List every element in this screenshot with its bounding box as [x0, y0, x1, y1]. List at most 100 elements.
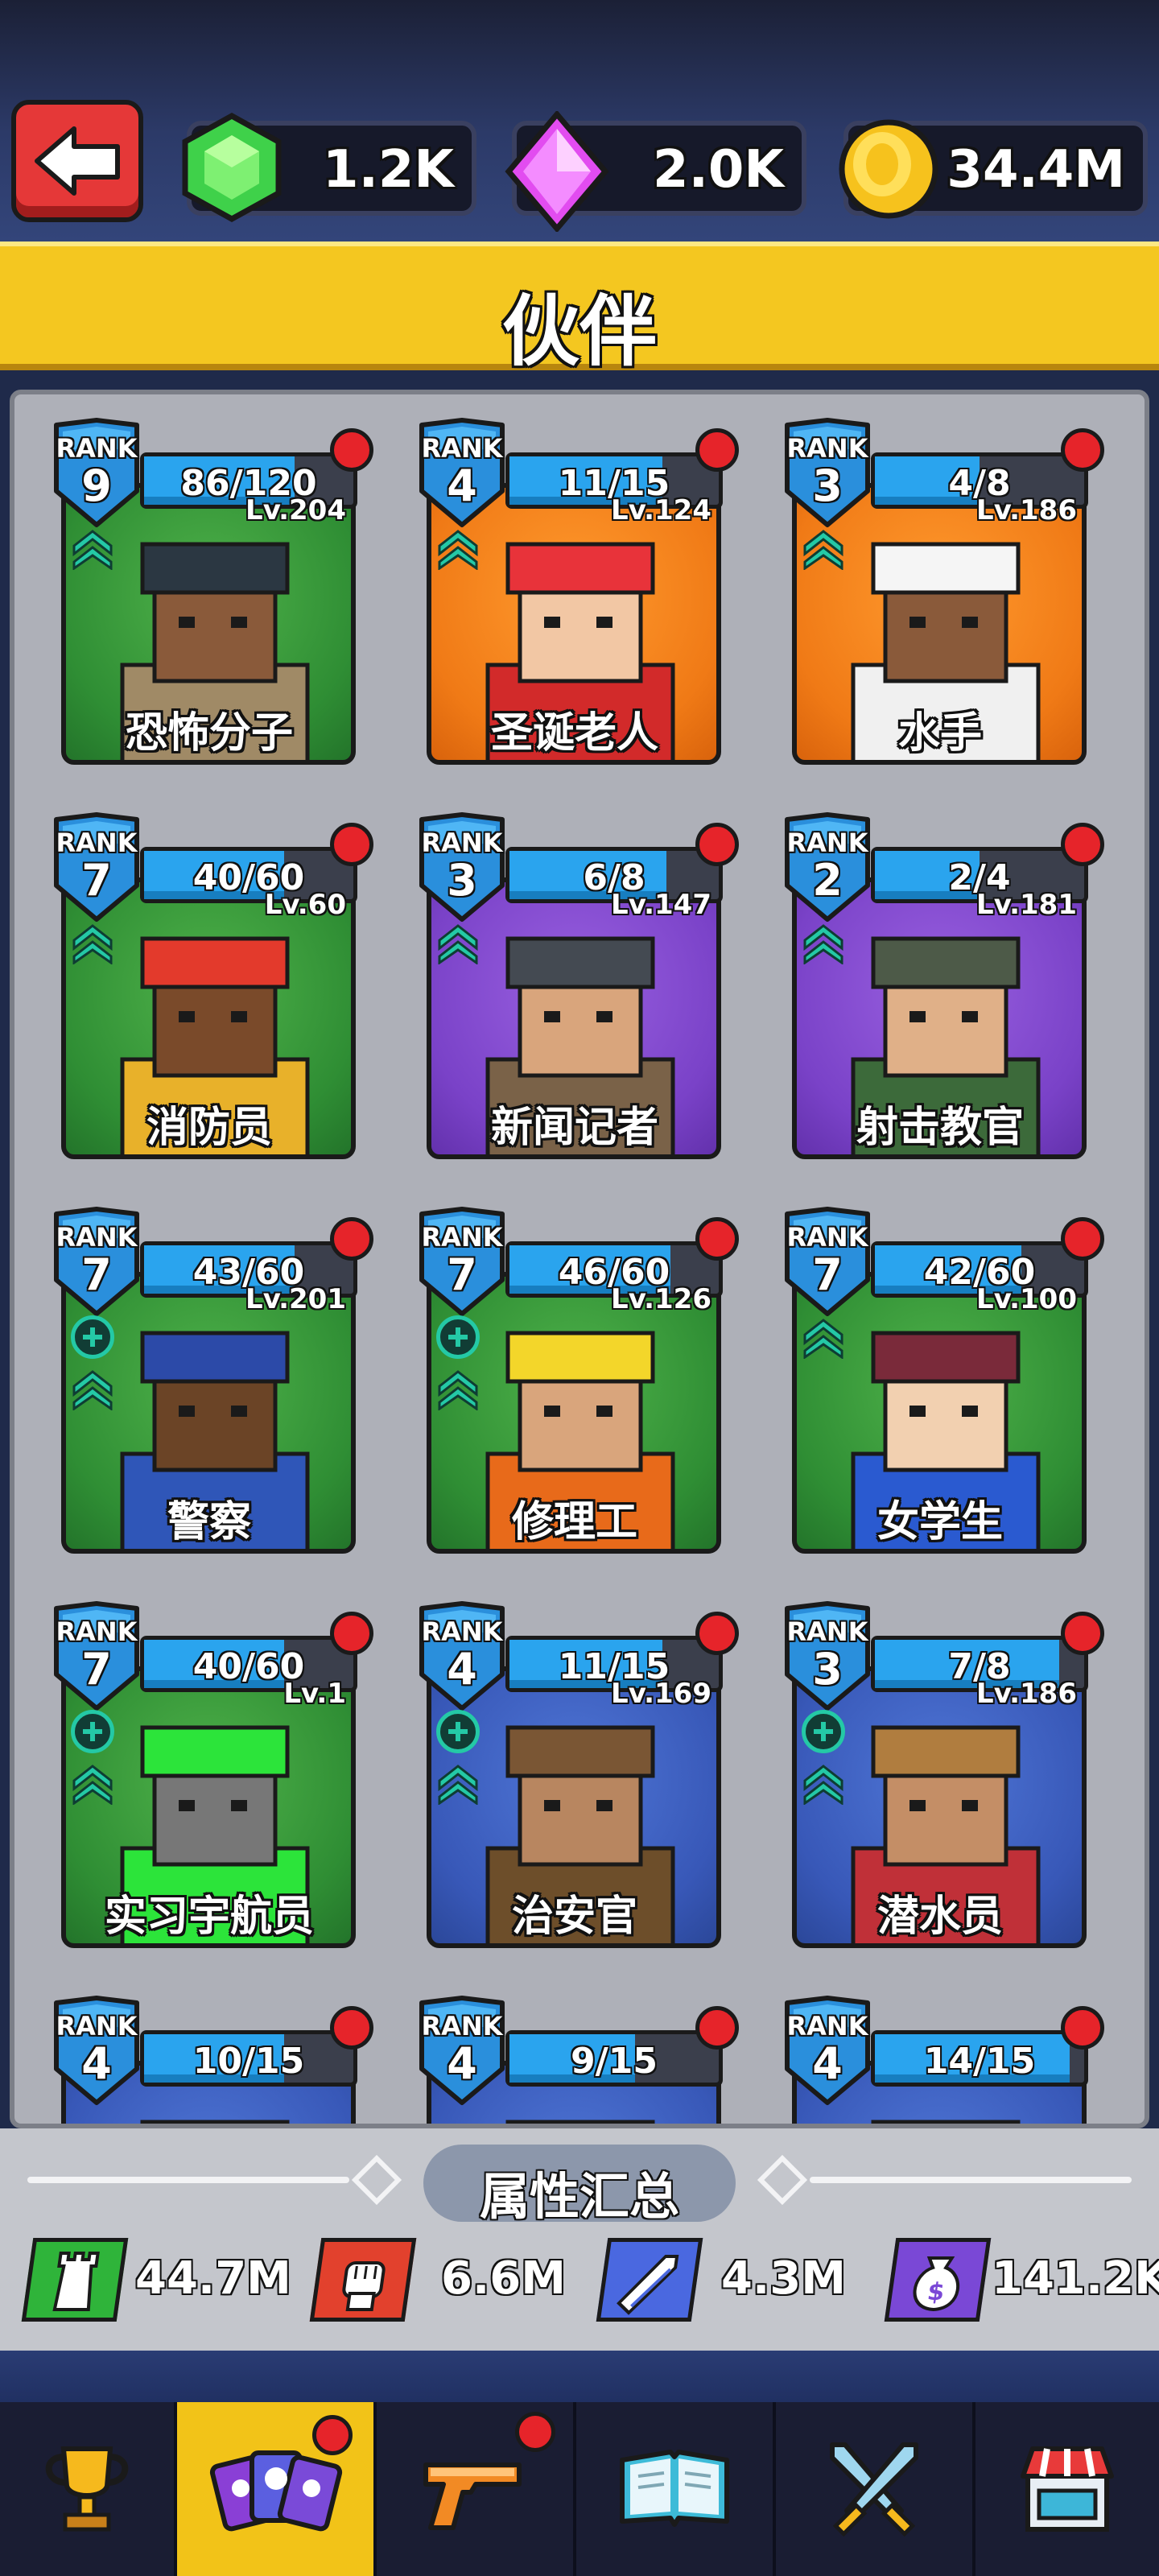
- title-band: 伙伴: [0, 242, 1159, 377]
- notification-dot: [330, 823, 373, 866]
- partner-card[interactable]: 6/8 RANK 3 Lv.147 新闻记者: [417, 811, 739, 1174]
- partner-card[interactable]: 42/60 RANK 7 Lv.100 女学生: [782, 1206, 1104, 1568]
- partner-card[interactable]: 10/15 RANK 4: [52, 1995, 373, 2124]
- rank-number: 4: [447, 1644, 477, 1695]
- plus-circle-icon: [436, 1315, 480, 1359]
- gold-coin-icon: [839, 119, 938, 219]
- rank-badge: RANK 7: [782, 1206, 872, 1317]
- upgrade-chevron-icon: [435, 921, 481, 965]
- partner-name: 警察: [167, 1498, 251, 1546]
- gem-counter[interactable]: 1.2K: [182, 113, 476, 222]
- notification-dot: [1061, 1217, 1104, 1261]
- notification-dot: [1061, 428, 1104, 472]
- upgrade-chevron-icon: [800, 1315, 847, 1360]
- nav-badge: [312, 2415, 353, 2455]
- notification-dot: [1061, 2006, 1104, 2050]
- partner-name: 圣诞老人: [490, 709, 658, 758]
- rank-badge: RANK 7: [52, 1600, 142, 1711]
- rank-number: 7: [812, 1249, 843, 1300]
- rank-number: 3: [812, 460, 843, 511]
- nav-divider: [0, 2351, 1159, 2402]
- rank-badge: RANK 3: [782, 1600, 872, 1711]
- partner-name: 消防员: [146, 1104, 272, 1152]
- partner-card[interactable]: 7/8 RANK 3 Lv.186 潜水员: [782, 1600, 1104, 1963]
- partner-card[interactable]: 40/60 RANK 7 Lv.60 消防员: [52, 811, 373, 1174]
- rank-label: RANK: [421, 828, 503, 858]
- partner-level: Lv.204: [245, 494, 346, 526]
- stat-hp-value: 44.7M: [135, 2252, 291, 2305]
- nav-tab-shop[interactable]: [972, 2402, 1159, 2576]
- upgrade-chevron-icon: [69, 1367, 116, 1411]
- rank-number: 4: [447, 2038, 477, 2089]
- coin-counter[interactable]: 34.4M: [839, 119, 1148, 219]
- rank-badge: RANK 2: [782, 811, 872, 923]
- partner-card[interactable]: 11/15 RANK 4 Lv.169 治安官: [417, 1600, 739, 1963]
- partner-level: Lv.186: [976, 1678, 1077, 1710]
- upgrade-chevron-icon: [800, 921, 847, 965]
- partner-level: Lv.186: [976, 494, 1077, 526]
- rank-label: RANK: [56, 1222, 138, 1253]
- rank-badge: RANK 4: [417, 1995, 507, 2106]
- partner-name: 潜水员: [876, 1893, 1003, 1941]
- diamond-counter[interactable]: 2.0K: [505, 111, 806, 232]
- trophy-icon: [45, 2446, 129, 2532]
- partner-grid[interactable]: 86/120 RANK 9 Lv.204 恐怖分子 11/15 RANK 4 Lv.124…: [10, 390, 1149, 2128]
- pink-diamond-icon: [505, 111, 609, 232]
- pistol-icon: [423, 2462, 522, 2530]
- rank-badge: RANK 9: [52, 417, 142, 528]
- upgrade-chevron-icon: [800, 526, 847, 571]
- partner-level: Lv.147: [611, 889, 711, 921]
- top-bar: 1.2K 2.0K 34.4M: [0, 0, 1159, 242]
- rank-label: RANK: [421, 1222, 503, 1253]
- upgrade-chevron-icon: [69, 1761, 116, 1806]
- notification-dot: [330, 1217, 373, 1261]
- partner-name: 新闻记者: [490, 1104, 658, 1152]
- page-title: 伙伴: [502, 287, 657, 377]
- plus-circle-icon: [436, 1710, 480, 1753]
- notification-dot: [330, 2006, 373, 2050]
- rank-number: 9: [81, 460, 112, 511]
- attribute-summary: 属性汇总 44.7M 6.6M 4.3M $ 141.2K: [0, 2128, 1159, 2351]
- rank-label: RANK: [786, 828, 868, 858]
- rank-badge: RANK 7: [52, 1206, 142, 1317]
- partner-name: 射击教官: [856, 1104, 1024, 1152]
- nav-badge: [515, 2412, 555, 2452]
- diamond-value: 2.0K: [653, 140, 784, 200]
- rank-badge: RANK 4: [52, 1995, 142, 2106]
- nav-tab-book[interactable]: [573, 2402, 773, 2576]
- rank-badge: RANK 3: [417, 811, 507, 923]
- partner-card[interactable]: 86/120 RANK 9 Lv.204 恐怖分子: [52, 417, 373, 779]
- bottom-nav[interactable]: [0, 2402, 1159, 2576]
- shard-progress-bar: 10/15: [140, 2030, 357, 2087]
- rank-badge: RANK 3: [782, 417, 872, 528]
- notification-dot: [695, 2006, 739, 2050]
- rank-badge: RANK 7: [52, 811, 142, 923]
- partner-name: 水手: [897, 709, 982, 758]
- crossed-swords-icon: [830, 2442, 918, 2537]
- partner-card[interactable]: 43/60 RANK 7 Lv.201 警察: [52, 1206, 373, 1568]
- upgrade-chevron-icon: [435, 526, 481, 571]
- partner-card[interactable]: 40/60 RANK 7 Lv.1 实习宇航员: [52, 1600, 373, 1963]
- auto-bullets-icon: [596, 2238, 703, 2322]
- nav-tab-trophy[interactable]: [0, 2402, 174, 2576]
- partner-name: 女学生: [876, 1498, 1003, 1546]
- partner-card[interactable]: 9/15 RANK 4: [417, 1995, 739, 2124]
- nav-tab-battle[interactable]: [773, 2402, 972, 2576]
- partner-card[interactable]: 11/15 RANK 4 Lv.124 圣诞老人: [417, 417, 739, 779]
- partner-card[interactable]: 14/15 RANK 4: [782, 1995, 1104, 2124]
- partner-card[interactable]: 46/60 RANK 7 Lv.126 修理工: [417, 1206, 739, 1568]
- notification-dot: [1061, 823, 1104, 866]
- partner-name: 恐怖分子: [125, 709, 293, 758]
- shard-progress-text: 9/15: [571, 2041, 658, 2082]
- back-button[interactable]: [11, 100, 143, 222]
- rank-number: 3: [812, 1644, 843, 1695]
- arrow-left-icon: [35, 126, 120, 196]
- partner-card[interactable]: 4/8 RANK 3 Lv.186 水手: [782, 417, 1104, 779]
- nav-tab-weapons[interactable]: [373, 2402, 573, 2576]
- coin-value: 34.4M: [947, 140, 1125, 200]
- nav-tab-partners[interactable]: [174, 2402, 373, 2576]
- partner-card[interactable]: 2/4 RANK 2 Lv.181 射击教官: [782, 811, 1104, 1174]
- plus-circle-icon: [802, 1710, 845, 1753]
- notification-dot: [330, 428, 373, 472]
- notification-dot: [330, 1612, 373, 1655]
